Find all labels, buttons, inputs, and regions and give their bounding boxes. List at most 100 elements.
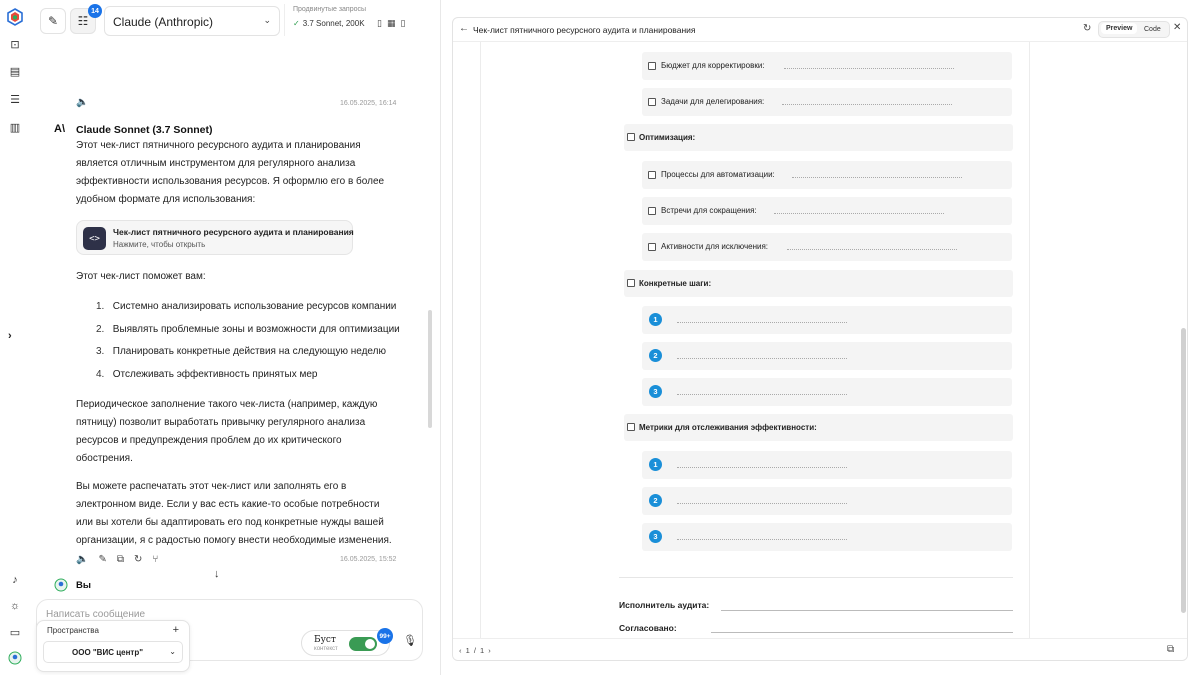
- advanced-requests[interactable]: Продвинутые запросы ✓ 3.7 Sonnet, 200K ▯▦…: [284, 4, 434, 36]
- toggle-switch[interactable]: [349, 637, 377, 651]
- refresh-icon[interactable]: ↻: [1083, 23, 1091, 34]
- checklist-item-meetings: Встречи для сокращения:: [642, 197, 1012, 225]
- spaces-dropdown[interactable]: Пространства + ООО "ВИС центр" ⌄: [36, 620, 190, 672]
- fill-line[interactable]: [774, 213, 944, 214]
- numbered-line: 2: [642, 487, 1012, 515]
- app-logo-icon[interactable]: [6, 8, 24, 26]
- number-badge: 2: [649, 349, 662, 362]
- message-paragraph-3: Вы можете распечатать этот чек-лист или …: [76, 481, 392, 546]
- artifact-card[interactable]: <> Чек-лист пятничного ресурсного аудита…: [76, 220, 354, 255]
- speaker-icon[interactable]: 🔈: [76, 97, 88, 108]
- regenerate-icon[interactable]: ↻: [134, 554, 152, 565]
- new-chat-button[interactable]: ✎: [40, 8, 66, 34]
- branch-icon[interactable]: ⑂: [152, 554, 168, 565]
- user-avatar-icon[interactable]: [8, 651, 22, 665]
- checkbox[interactable]: [648, 62, 656, 70]
- microphone-icon[interactable]: 🎙: [403, 634, 417, 647]
- sliders-icon: ☷: [77, 14, 89, 28]
- checkbox[interactable]: [627, 423, 635, 431]
- building-icon[interactable]: ▥: [9, 122, 21, 134]
- list-icon[interactable]: ☰: [9, 94, 21, 106]
- approved-label: Согласовано:: [619, 623, 677, 633]
- auditor-signature-line[interactable]: [721, 610, 1013, 611]
- scroll-down-icon[interactable]: ↓: [214, 568, 220, 580]
- number-badge: 3: [649, 385, 662, 398]
- fill-line[interactable]: [677, 322, 847, 323]
- fill-line[interactable]: [787, 249, 957, 250]
- artifact-panel: ← Чек-лист пятничного ресурсного аудита …: [452, 17, 1188, 661]
- sun-icon[interactable]: ☼: [9, 600, 21, 612]
- chat-scrollbar[interactable]: [428, 310, 432, 428]
- item-label: Активности для исключения:: [661, 242, 769, 251]
- tab-preview[interactable]: Preview: [1101, 23, 1138, 34]
- expand-sidebar-icon[interactable]: ›: [8, 330, 12, 342]
- next-page-icon[interactable]: ›: [488, 646, 492, 655]
- bell-icon[interactable]: ♪: [9, 574, 21, 586]
- copy-icon[interactable]: ⧉: [1167, 644, 1174, 655]
- chat-column: ✎ ☷ 14 Claude (Anthropic) ⌄ Продвинутые …: [30, 0, 440, 675]
- item-label: Задачи для делегирования:: [661, 97, 765, 106]
- document-icon[interactable]: ▭: [9, 627, 21, 639]
- benefits-list: 1. Системно анализировать использование …: [96, 298, 436, 388]
- number-badge: 1: [649, 458, 662, 471]
- checklist-section-steps: Конкретные шаги:: [624, 270, 1013, 297]
- space-selected: ООО "ВИС центр": [72, 648, 144, 657]
- section-label: Оптимизация:: [639, 133, 696, 142]
- model-select[interactable]: Claude (Anthropic) ⌄: [104, 6, 280, 36]
- terminal-icon[interactable]: ⊡: [9, 39, 21, 51]
- checkbox[interactable]: [648, 243, 656, 251]
- fill-line[interactable]: [792, 177, 962, 178]
- chat-topbar: ✎ ☷ 14 Claude (Anthropic) ⌄ Продвинутые …: [30, 0, 440, 40]
- prev-page-icon[interactable]: ‹: [459, 646, 463, 655]
- fill-line[interactable]: [677, 394, 847, 395]
- tab-code[interactable]: Code: [1144, 26, 1161, 33]
- message-timestamp: 16.05.2025, 15:52: [340, 556, 397, 563]
- back-arrow-icon[interactable]: ←: [459, 23, 469, 34]
- chevron-down-icon: ⌄: [263, 15, 271, 25]
- app-root: ⊡ ▤ ☰ ▥ ♪ ☼ ▭ › ✎ ☷ 14 Claude (Anthropic…: [0, 0, 1200, 675]
- model-name: Claude (Anthropic): [113, 15, 214, 29]
- copy-icon[interactable]: ⧉: [117, 554, 134, 565]
- message-actions: 🔈✎⧉↻⑂: [76, 554, 168, 565]
- numbered-line: 1: [642, 451, 1012, 479]
- user-label: Вы: [76, 580, 91, 591]
- checkbox[interactable]: [648, 207, 656, 215]
- pencil-icon[interactable]: ✎: [98, 554, 116, 565]
- numbered-line: 3: [642, 523, 1012, 551]
- item-label: Бюджет для корректировки:: [661, 61, 765, 70]
- file-action-icons[interactable]: ▯▦▯: [377, 18, 410, 29]
- message-author: Claude Sonnet (3.7 Sonnet): [76, 124, 213, 136]
- number-badge: 3: [649, 530, 662, 543]
- approved-signature-line[interactable]: [711, 632, 1013, 633]
- list-intro: Этот чек-лист поможет вам:: [76, 271, 206, 282]
- space-select[interactable]: ООО "ВИС центр" ⌄: [43, 641, 183, 663]
- fill-line[interactable]: [677, 358, 847, 359]
- fill-line[interactable]: [782, 104, 952, 105]
- speaker-icon[interactable]: 🔈: [76, 554, 98, 565]
- checkbox[interactable]: [648, 171, 656, 179]
- fill-line[interactable]: [677, 503, 847, 504]
- checkbox[interactable]: [648, 98, 656, 106]
- number-badge: 2: [649, 494, 662, 507]
- book-icon[interactable]: ▤: [9, 66, 21, 78]
- user-avatar-icon: [54, 578, 68, 592]
- column-divider[interactable]: [440, 0, 441, 675]
- close-icon[interactable]: ✕: [1173, 22, 1181, 33]
- list-item: 4. Отслеживать эффективность принятых ме…: [96, 368, 318, 380]
- fill-line[interactable]: [677, 539, 847, 540]
- numbered-line: 2: [642, 342, 1012, 370]
- message-input[interactable]: Написать сообщение: [46, 609, 145, 620]
- checklist-item-delegate: Задачи для делегирования:: [642, 88, 1012, 116]
- checklist-document: Бюджет для корректировки: Задачи для дел…: [480, 42, 1030, 646]
- panel-scrollbar[interactable]: [1181, 328, 1186, 613]
- anthropic-logo-icon: A\: [54, 123, 65, 135]
- panel-header: ← Чек-лист пятничного ресурсного аудита …: [453, 18, 1187, 42]
- code-icon: <>: [83, 227, 106, 250]
- fill-line[interactable]: [784, 68, 954, 69]
- edit-icon: ✎: [47, 14, 59, 28]
- checkbox[interactable]: [627, 133, 635, 141]
- fill-line[interactable]: [677, 467, 847, 468]
- add-space-icon[interactable]: +: [173, 624, 179, 636]
- artifact-hint: Нажмите, чтобы открыть: [113, 240, 206, 249]
- checkbox[interactable]: [627, 279, 635, 287]
